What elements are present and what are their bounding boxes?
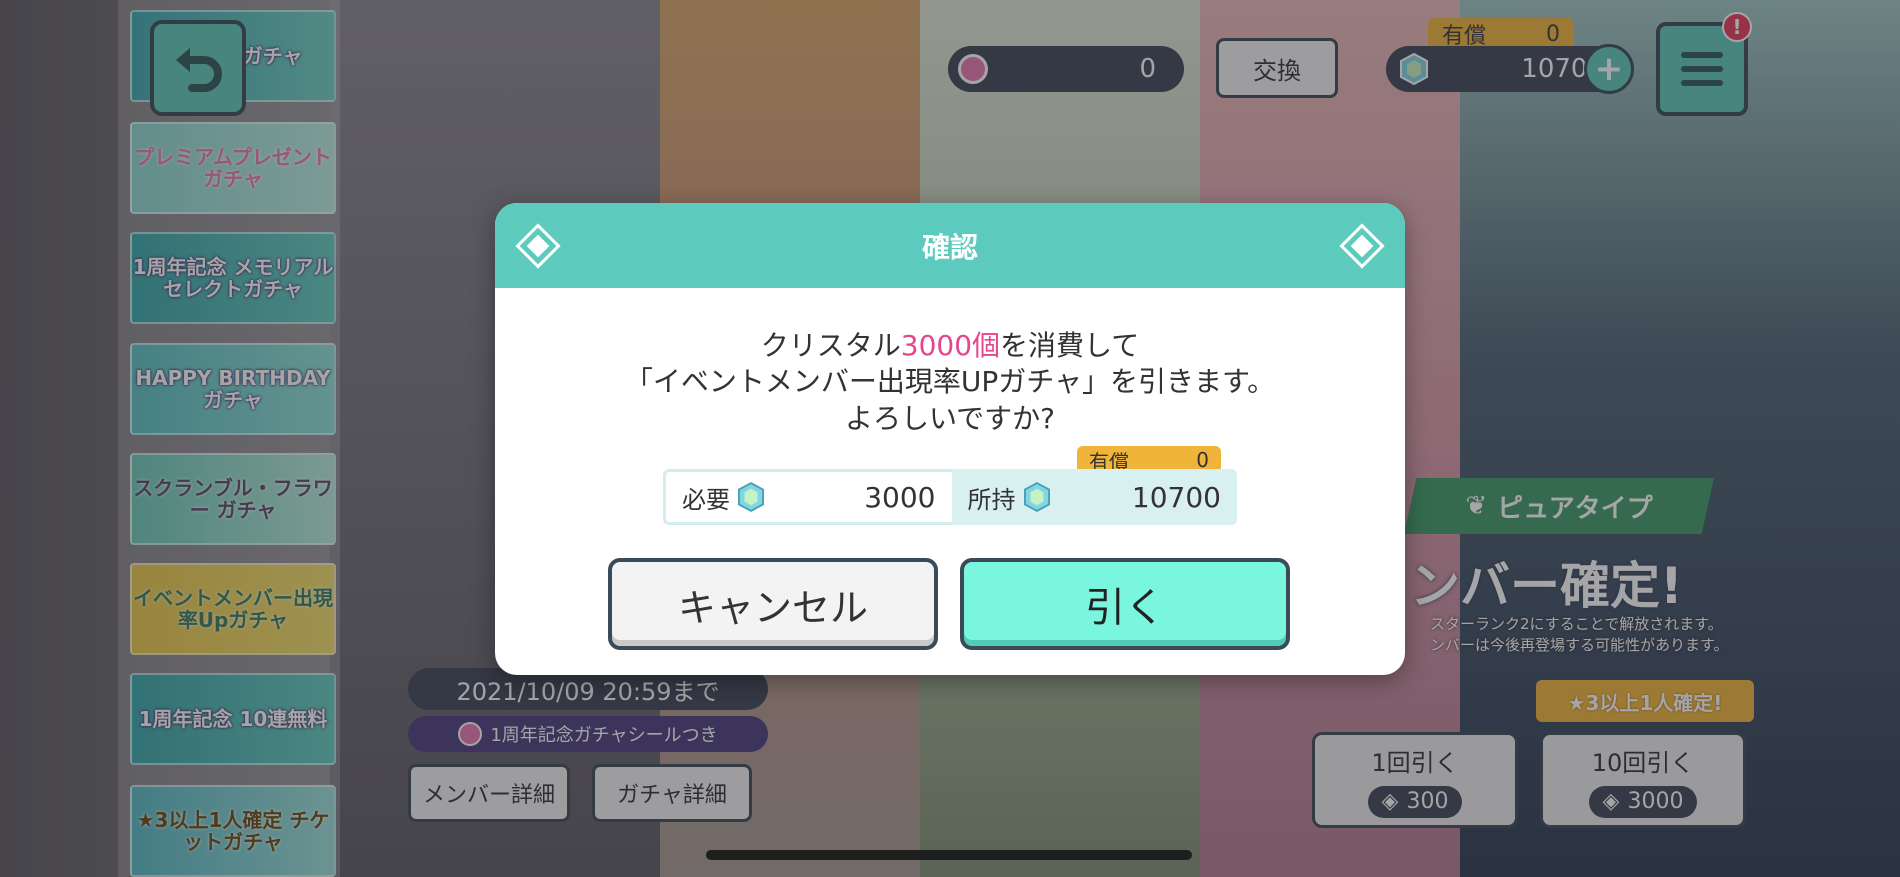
message-line-1: クリスタル3000個を消費して bbox=[495, 328, 1405, 364]
diamond-ornament-icon bbox=[519, 227, 557, 265]
required-cost: 必要 3000 bbox=[663, 469, 952, 525]
crystal-icon bbox=[1023, 482, 1050, 512]
crystal-cost-highlight: 3000個 bbox=[900, 329, 1001, 362]
owned-amount: 所持 10700 bbox=[951, 469, 1237, 525]
cost-summary: 必要 3000 所持 10700 bbox=[663, 469, 1237, 525]
required-label: 必要 bbox=[682, 485, 730, 514]
dialog-message: クリスタル3000個を消費して 「イベントメンバー出現率UPガチャ」を引きます。… bbox=[495, 328, 1405, 437]
message-line-2: 「イベントメンバー出現率UPガチャ」を引きます。 bbox=[624, 365, 1276, 399]
draw-button[interactable]: 引く bbox=[960, 558, 1290, 650]
message-text: を消費して bbox=[1000, 329, 1140, 362]
crystal-icon bbox=[738, 482, 764, 512]
required-value: 3000 bbox=[864, 480, 936, 514]
home-indicator[interactable] bbox=[706, 850, 1192, 860]
diamond-ornament-icon bbox=[1343, 227, 1381, 265]
confirm-dialog: 確認 クリスタル3000個を消費して 「イベントメンバー出現率UPガチャ」を引き… bbox=[495, 203, 1405, 675]
owned-value: 10700 bbox=[1131, 480, 1221, 514]
dialog-title: 確認 bbox=[921, 230, 978, 264]
message-text: クリスタル bbox=[760, 329, 901, 362]
dialog-header: 確認 bbox=[495, 203, 1405, 288]
owned-label: 所持 bbox=[967, 485, 1016, 514]
message-line-3: よろしいですか? bbox=[844, 401, 1056, 435]
cancel-button[interactable]: キャンセル bbox=[608, 558, 938, 650]
